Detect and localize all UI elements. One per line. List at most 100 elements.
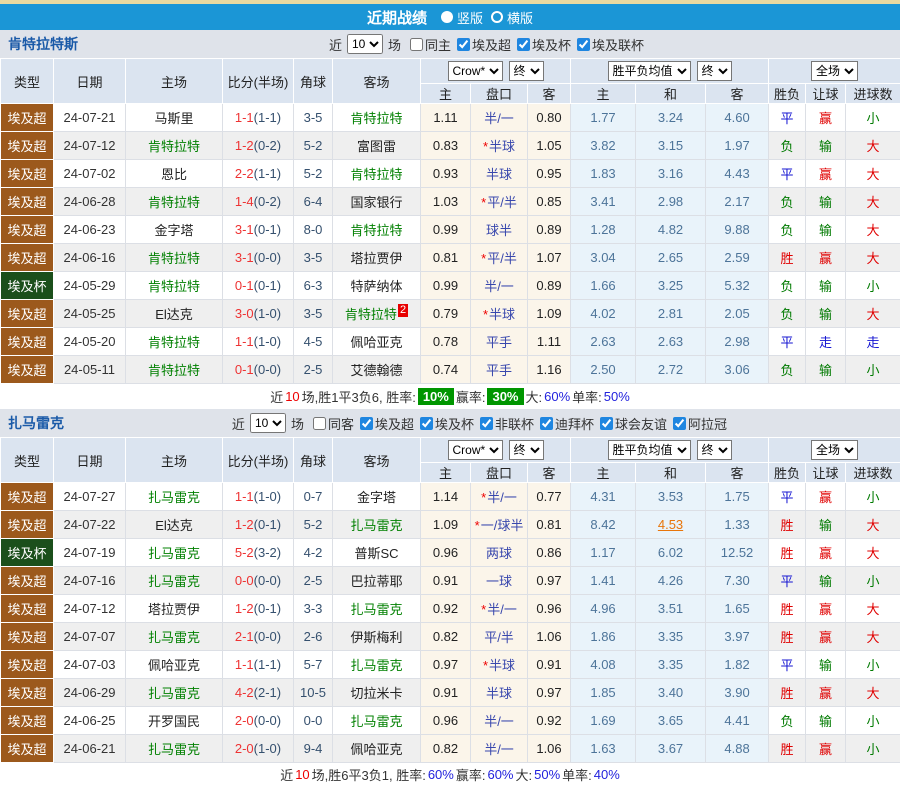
same-venue-filter[interactable]: 同主 <box>410 35 451 54</box>
cell-handicap: *半球 <box>471 300 528 328</box>
cell-score: 1-1(1-1) <box>223 104 294 132</box>
cell-handicap-result: 输 <box>806 132 846 160</box>
col-avg-draw: 和 <box>636 84 706 104</box>
competition-checkbox[interactable] <box>600 417 613 430</box>
score-halftime: (1-0) <box>254 741 281 756</box>
odds-stage-select[interactable]: 终 <box>509 61 544 81</box>
cell-corner: 4-5 <box>294 328 333 356</box>
col-avg-away: 客 <box>706 463 769 483</box>
competition-checkbox[interactable] <box>420 417 433 430</box>
col-date: 日期 <box>54 438 126 483</box>
score-fulltime: 3-0 <box>235 306 254 321</box>
cell-date: 24-06-25 <box>54 707 126 735</box>
competition-filter[interactable]: 埃及联杯 <box>577 35 644 54</box>
average-stage-select[interactable]: 终 <box>697 440 732 460</box>
competition-checkbox[interactable] <box>457 38 470 51</box>
competition-checkbox[interactable] <box>673 417 686 430</box>
competition-tag: 埃及超 <box>1 160 54 188</box>
scope-select[interactable]: 全场 <box>811 440 858 460</box>
layout-radio-horizontal-icon[interactable] <box>491 11 503 23</box>
cell-corner: 0-0 <box>294 707 333 735</box>
same-venue-checkbox[interactable] <box>313 417 326 430</box>
competition-tag: 埃及超 <box>1 216 54 244</box>
cell-avg-draw: 3.40 <box>636 679 706 707</box>
recent-count-select[interactable]: 10 <box>347 34 383 54</box>
cell-away-team: 扎马雷克 <box>333 511 421 539</box>
cell-avg-draw: 4.82 <box>636 216 706 244</box>
layout-option-horizontal[interactable]: 横版 <box>507 8 533 27</box>
average-type-select[interactable]: 胜平负均值 <box>608 61 691 81</box>
recent-count-select[interactable]: 10 <box>250 413 286 433</box>
scope-select[interactable]: 全场 <box>811 61 858 81</box>
score-fulltime: 2-0 <box>235 741 254 756</box>
odds-stage-select[interactable]: 终 <box>509 440 544 460</box>
filter-bar: 近10场同客埃及超埃及杯非联杯迪拜杯球会友谊阿拉冠 <box>64 413 892 433</box>
avg-draw-value: 3.25 <box>658 278 683 293</box>
average-stage-select[interactable]: 终 <box>697 61 732 81</box>
cell-home-team: 扎马雷克 <box>126 623 223 651</box>
matches-table-team1: 类型 日期 主场 比分(半场) 角球 客场 Crow*终 胜平负均值终 全场 主… <box>0 58 900 384</box>
cell-handicap-result: 输 <box>806 651 846 679</box>
cell-corner: 3-5 <box>294 104 333 132</box>
col-result: 胜负 <box>769 463 806 483</box>
same-venue-filter[interactable]: 同客 <box>313 414 354 433</box>
competition-checkbox[interactable] <box>360 417 373 430</box>
competition-filter[interactable]: 埃及杯 <box>517 35 571 54</box>
cell-score: 1-4(0-2) <box>223 188 294 216</box>
handicap-change-star: * <box>481 251 486 266</box>
cell-avg-draw: 2.81 <box>636 300 706 328</box>
competition-checkbox[interactable] <box>480 417 493 430</box>
cell-score: 2-0(1-0) <box>223 735 294 763</box>
cell-goals-result: 走 <box>846 328 900 356</box>
cell-goals-result: 小 <box>846 104 900 132</box>
same-venue-checkbox[interactable] <box>410 38 423 51</box>
filter-bar: 近10场同主埃及超埃及杯埃及联杯 <box>78 34 892 54</box>
competition-checkbox[interactable] <box>577 38 590 51</box>
col-result: 胜负 <box>769 84 806 104</box>
col-away: 客场 <box>333 438 421 483</box>
cell-home-odds: 0.78 <box>421 328 471 356</box>
cell-corner: 2-5 <box>294 356 333 384</box>
cell-home-team: 肯特拉特 <box>126 272 223 300</box>
cell-avg-draw: 3.24 <box>636 104 706 132</box>
avg-draw-value[interactable]: 4.53 <box>658 517 683 532</box>
col-away: 客场 <box>333 59 421 104</box>
cell-away-odds: 0.77 <box>528 483 571 511</box>
handicap-group-header: Crow* 终 <box>421 438 571 463</box>
competition-filter[interactable]: 埃及超 <box>457 35 511 54</box>
competition-checkbox[interactable] <box>517 38 530 51</box>
layout-option-vertical[interactable]: 竖版 <box>457 8 483 27</box>
cell-away-team: 肯特拉特 <box>333 104 421 132</box>
cell-result: 负 <box>769 272 806 300</box>
cell-away-odds: 0.97 <box>528 567 571 595</box>
competition-tag: 埃及超 <box>1 623 54 651</box>
cell-home-team: 扎马雷克 <box>126 483 223 511</box>
col-type: 类型 <box>1 59 54 104</box>
match-row: 埃及超24-05-25El达克3-0(1-0)3-5肯特拉特20.79*半球1.… <box>1 300 900 328</box>
cell-avg-draw: 3.15 <box>636 132 706 160</box>
cell-home-team: 恩比 <box>126 160 223 188</box>
score-halftime: (1-1) <box>254 166 281 181</box>
cell-home-team: 扎马雷克 <box>126 679 223 707</box>
competition-filter[interactable]: 非联杯 <box>480 414 534 433</box>
cell-result: 胜 <box>769 244 806 272</box>
cell-corner: 5-2 <box>294 511 333 539</box>
cell-handicap-result: 赢 <box>806 539 846 567</box>
cell-away-odds: 1.11 <box>528 328 571 356</box>
bookmaker-select[interactable]: Crow* <box>448 440 503 460</box>
competition-checkbox[interactable] <box>540 417 553 430</box>
competition-filter[interactable]: 迪拜杯 <box>540 414 594 433</box>
cell-goals-result: 大 <box>846 539 900 567</box>
cell-goals-result: 小 <box>846 356 900 384</box>
average-type-select[interactable]: 胜平负均值 <box>608 440 691 460</box>
col-avg-away: 客 <box>706 84 769 104</box>
competition-filter[interactable]: 埃及杯 <box>420 414 474 433</box>
layout-radio-vertical-icon[interactable] <box>441 11 453 23</box>
competition-filter[interactable]: 埃及超 <box>360 414 414 433</box>
cell-score: 2-0(0-0) <box>223 707 294 735</box>
recent-label: 近 <box>232 414 245 433</box>
competition-filter[interactable]: 阿拉冠 <box>673 414 727 433</box>
bookmaker-select[interactable]: Crow* <box>448 61 503 81</box>
competition-filter[interactable]: 球会友谊 <box>600 414 667 433</box>
score-halftime: (0-0) <box>254 250 281 265</box>
